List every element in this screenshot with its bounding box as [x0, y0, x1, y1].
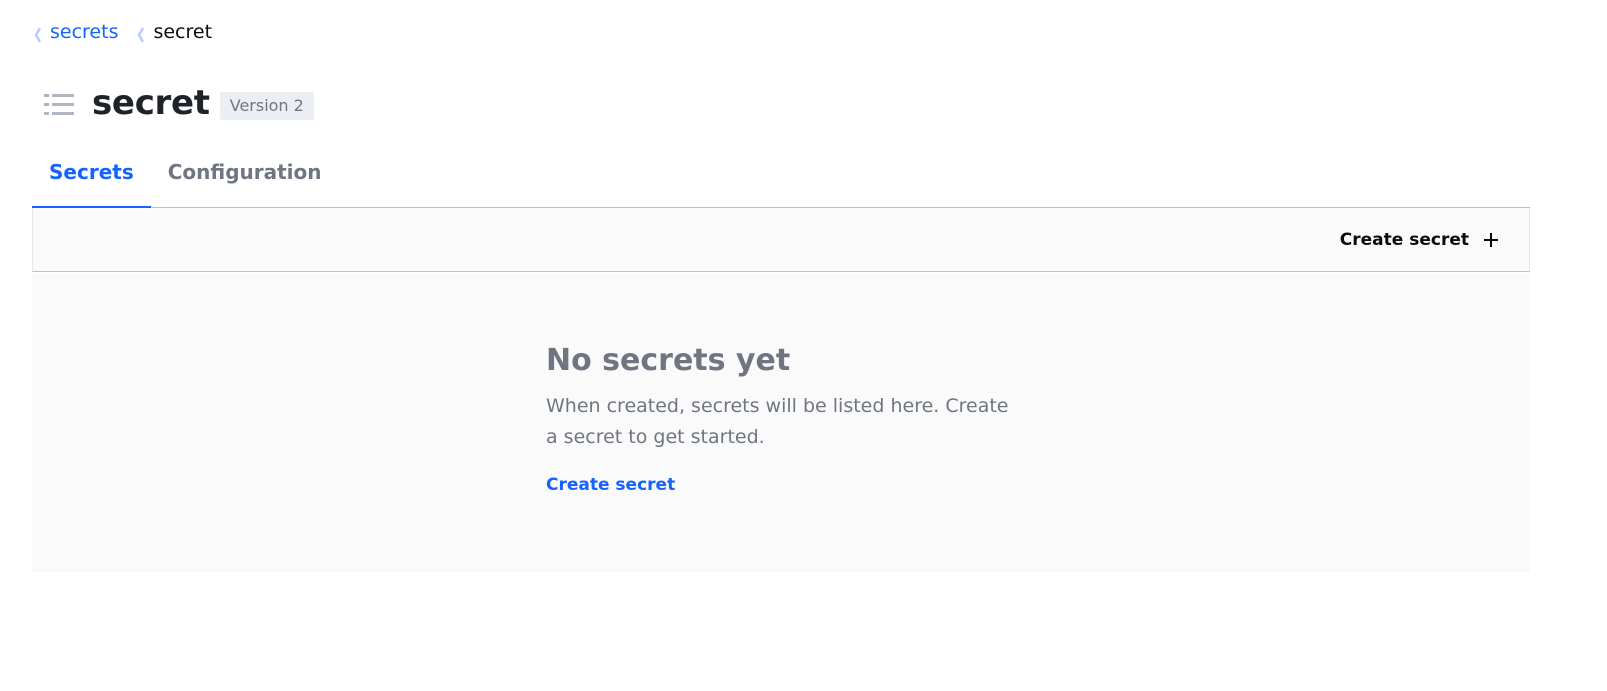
empty-state-message: When created, secrets will be listed her… [546, 395, 1009, 448]
create-secret-button[interactable]: Create secret [1340, 230, 1499, 250]
plus-icon [1484, 232, 1498, 247]
breadcrumb: secrets secret [33, 18, 212, 46]
toolbar: Create secret [32, 208, 1530, 272]
breadcrumb-item-secrets: secrets [33, 20, 118, 44]
empty-state-title: No secrets yet [546, 343, 791, 378]
empty-state-content: No secrets yet When created, secrets wil… [546, 341, 1046, 495]
create-secret-button-label: Create secret [1339, 229, 1469, 250]
list-icon [44, 94, 74, 115]
page-title: secret [92, 83, 210, 123]
chevron-left-icon [34, 27, 42, 43]
tab-bar: Secrets Configuration [32, 148, 1530, 209]
empty-state-create-secret-link[interactable]: Create secret [546, 475, 675, 495]
empty-state: No secrets yet When created, secrets wil… [32, 273, 1530, 572]
tab-configuration[interactable]: Configuration [151, 148, 339, 207]
breadcrumb-current: secret [153, 21, 213, 43]
tab-secrets[interactable]: Secrets [32, 148, 151, 209]
version-badge: Version 2 [219, 92, 314, 120]
page: secrets secret secret Version 2 Secrets … [0, 0, 1607, 691]
breadcrumb-item-secret: secret [136, 20, 212, 44]
page-header: secret Version 2 [44, 80, 314, 126]
breadcrumb-link-secrets[interactable]: secrets [50, 21, 118, 43]
chevron-left-icon [138, 27, 145, 43]
